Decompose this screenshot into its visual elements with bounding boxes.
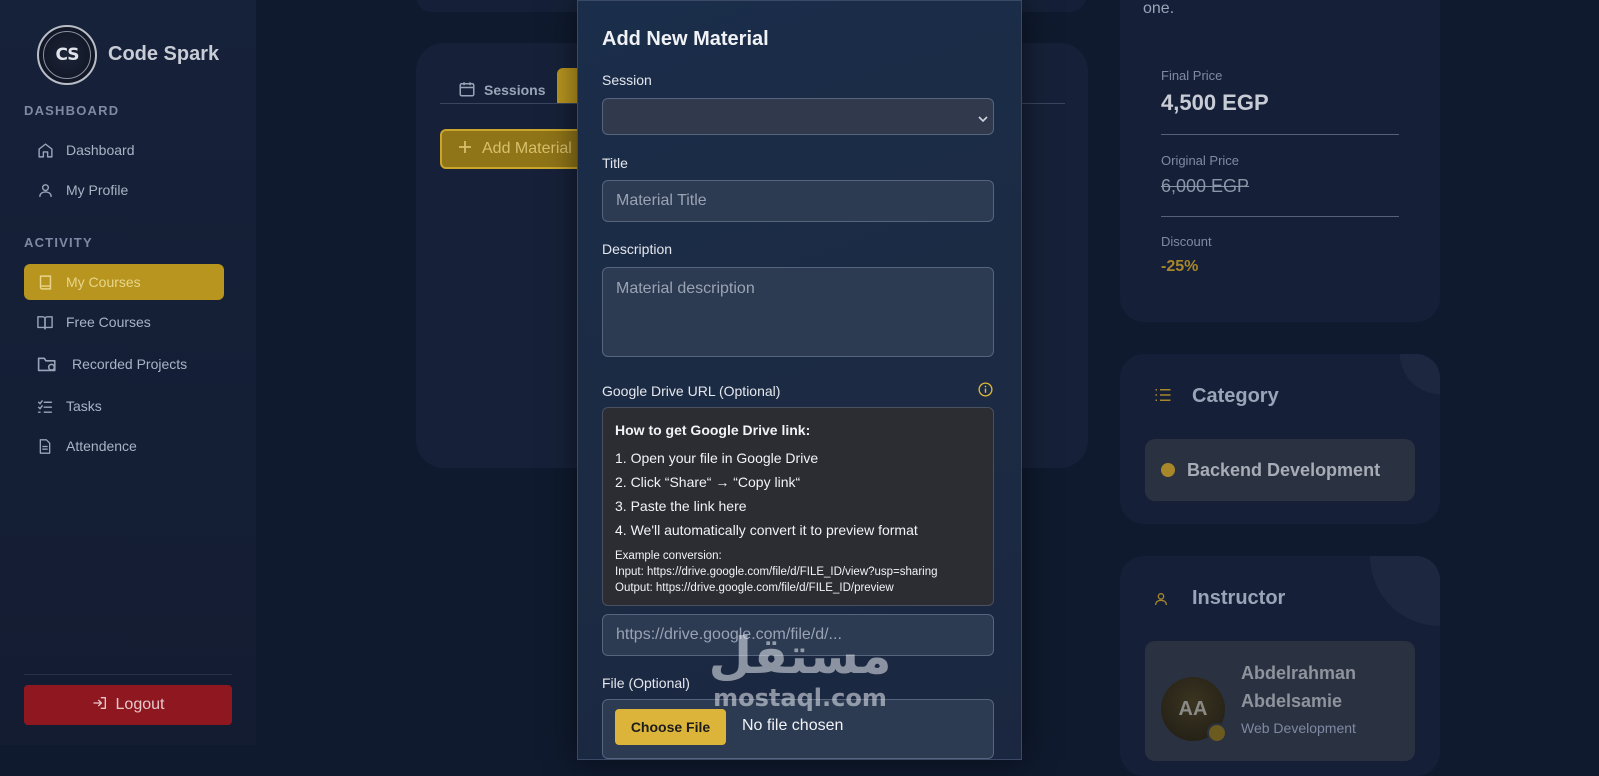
sidebar-item-recorded-projects[interactable]: Recorded Projects [24, 346, 224, 382]
category-value: Backend Development [1187, 459, 1381, 480]
sidebar-item-free-courses[interactable]: Free Courses [24, 304, 224, 340]
decorative-corner-icon [1400, 354, 1440, 394]
help-step: 4. We'll automatically convert it to pre… [615, 522, 918, 538]
open-book-icon [36, 313, 54, 331]
instructor-role: Web Development [1241, 720, 1356, 736]
session-label: Session [602, 72, 652, 88]
title-placeholder: Material Title [616, 192, 707, 209]
info-icon[interactable] [978, 382, 993, 397]
add-material-button[interactable]: Add Material [440, 129, 600, 169]
book-icon [36, 273, 54, 291]
sidebar-item-my-profile[interactable]: My Profile [24, 172, 224, 208]
list-icon [1154, 387, 1172, 408]
help-title: How to get Google Drive link: [615, 422, 811, 438]
sidebar-item-label: Tasks [66, 398, 102, 414]
sidebar-item-tasks[interactable]: Tasks [24, 388, 224, 424]
help-example-heading: Example conversion: [615, 550, 722, 562]
original-price-label: Original Price [1161, 153, 1240, 168]
calendar-icon [458, 80, 476, 101]
price-divider [1161, 216, 1399, 217]
sidebar-item-label: Recorded Projects [72, 356, 188, 372]
sidebar-divider [24, 674, 232, 675]
logo-text: CS [43, 31, 91, 79]
decorative-corner-icon [1370, 556, 1440, 626]
help-step: 3. Paste the link here [615, 498, 747, 514]
watermark: مستقل mostaql.com [700, 628, 900, 728]
description-label: Description [602, 241, 673, 257]
section-label-dashboard: DASHBOARD [24, 103, 120, 118]
folder-icon [36, 355, 58, 373]
drive-help-box: How to get Google Drive link: 1. Open yo… [602, 407, 994, 606]
watermark-arabic: مستقل [708, 627, 892, 685]
sidebar-item-my-courses[interactable]: My Courses [24, 264, 224, 300]
category-title: Category [1192, 385, 1279, 407]
help-example: Example conversion: Input: https://drive… [615, 548, 981, 596]
tab-label: Sessions [484, 82, 546, 98]
add-material-label: Add Material [482, 140, 572, 157]
chevron-down-icon [978, 111, 988, 123]
help-step: 2. Click “Share“ → “Copy link“ [615, 474, 801, 490]
instructor-user-icon [1153, 590, 1169, 613]
sidebar-item-label: Dashboard [66, 142, 135, 158]
watermark-latin: mostaql.com [713, 684, 887, 712]
drive-url-label: Google Drive URL (Optional) [602, 383, 781, 399]
category-dot-icon [1161, 463, 1175, 477]
logout-button[interactable]: Logout [24, 685, 232, 725]
sidebar: CS Code Spark DASHBOARD Dashboard My Pro… [0, 0, 256, 745]
description-placeholder: Material description [616, 280, 755, 297]
sidebar-item-dashboard[interactable]: Dashboard [24, 132, 224, 168]
sidebar-item-attendence[interactable]: Attendence [24, 428, 224, 464]
session-select[interactable] [602, 98, 994, 135]
home-icon [36, 141, 54, 159]
file-label: File (Optional) [602, 675, 690, 691]
user-icon [36, 181, 54, 199]
sidebar-item-label: My Profile [66, 182, 129, 198]
course-description-text: one. [1143, 0, 1175, 17]
brand-name: Code Spark [108, 43, 220, 65]
description-textarea[interactable]: Material description [602, 267, 994, 357]
document-icon [36, 437, 54, 455]
category-badge: Backend Development [1145, 439, 1415, 501]
modal-title: Add New Material [602, 28, 769, 50]
instructor-name: Abdelrahman Abdelsamie [1241, 663, 1357, 711]
checklist-icon [36, 397, 54, 415]
help-example-output: Output: https://drive.google.com/file/d/… [615, 582, 894, 594]
help-example-input: Input: https://drive.google.com/file/d/F… [615, 566, 938, 578]
title-input[interactable]: Material Title [602, 180, 994, 222]
price-divider [1161, 134, 1399, 135]
logo-mark: CS [37, 25, 97, 85]
sidebar-item-label: My Courses [66, 274, 141, 290]
instructor-title: Instructor [1192, 587, 1286, 609]
logout-icon [92, 695, 108, 716]
verified-badge-icon [1207, 723, 1227, 743]
original-price-value: 6,000 EGP [1161, 176, 1250, 196]
discount-label: Discount [1161, 234, 1212, 249]
final-price-label: Final Price [1161, 68, 1223, 83]
logout-label: Logout [115, 696, 165, 713]
sidebar-item-label: Free Courses [66, 314, 151, 330]
section-label-activity: ACTIVITY [24, 235, 93, 250]
tab-sessions[interactable]: Sessions [458, 75, 545, 105]
plus-icon [458, 140, 472, 159]
final-price-value: 4,500 EGP [1161, 90, 1269, 115]
discount-value: -25% [1161, 258, 1199, 275]
title-label: Title [602, 155, 628, 171]
help-step: 1. Open your file in Google Drive [615, 450, 819, 466]
sidebar-item-label: Attendence [66, 438, 137, 454]
